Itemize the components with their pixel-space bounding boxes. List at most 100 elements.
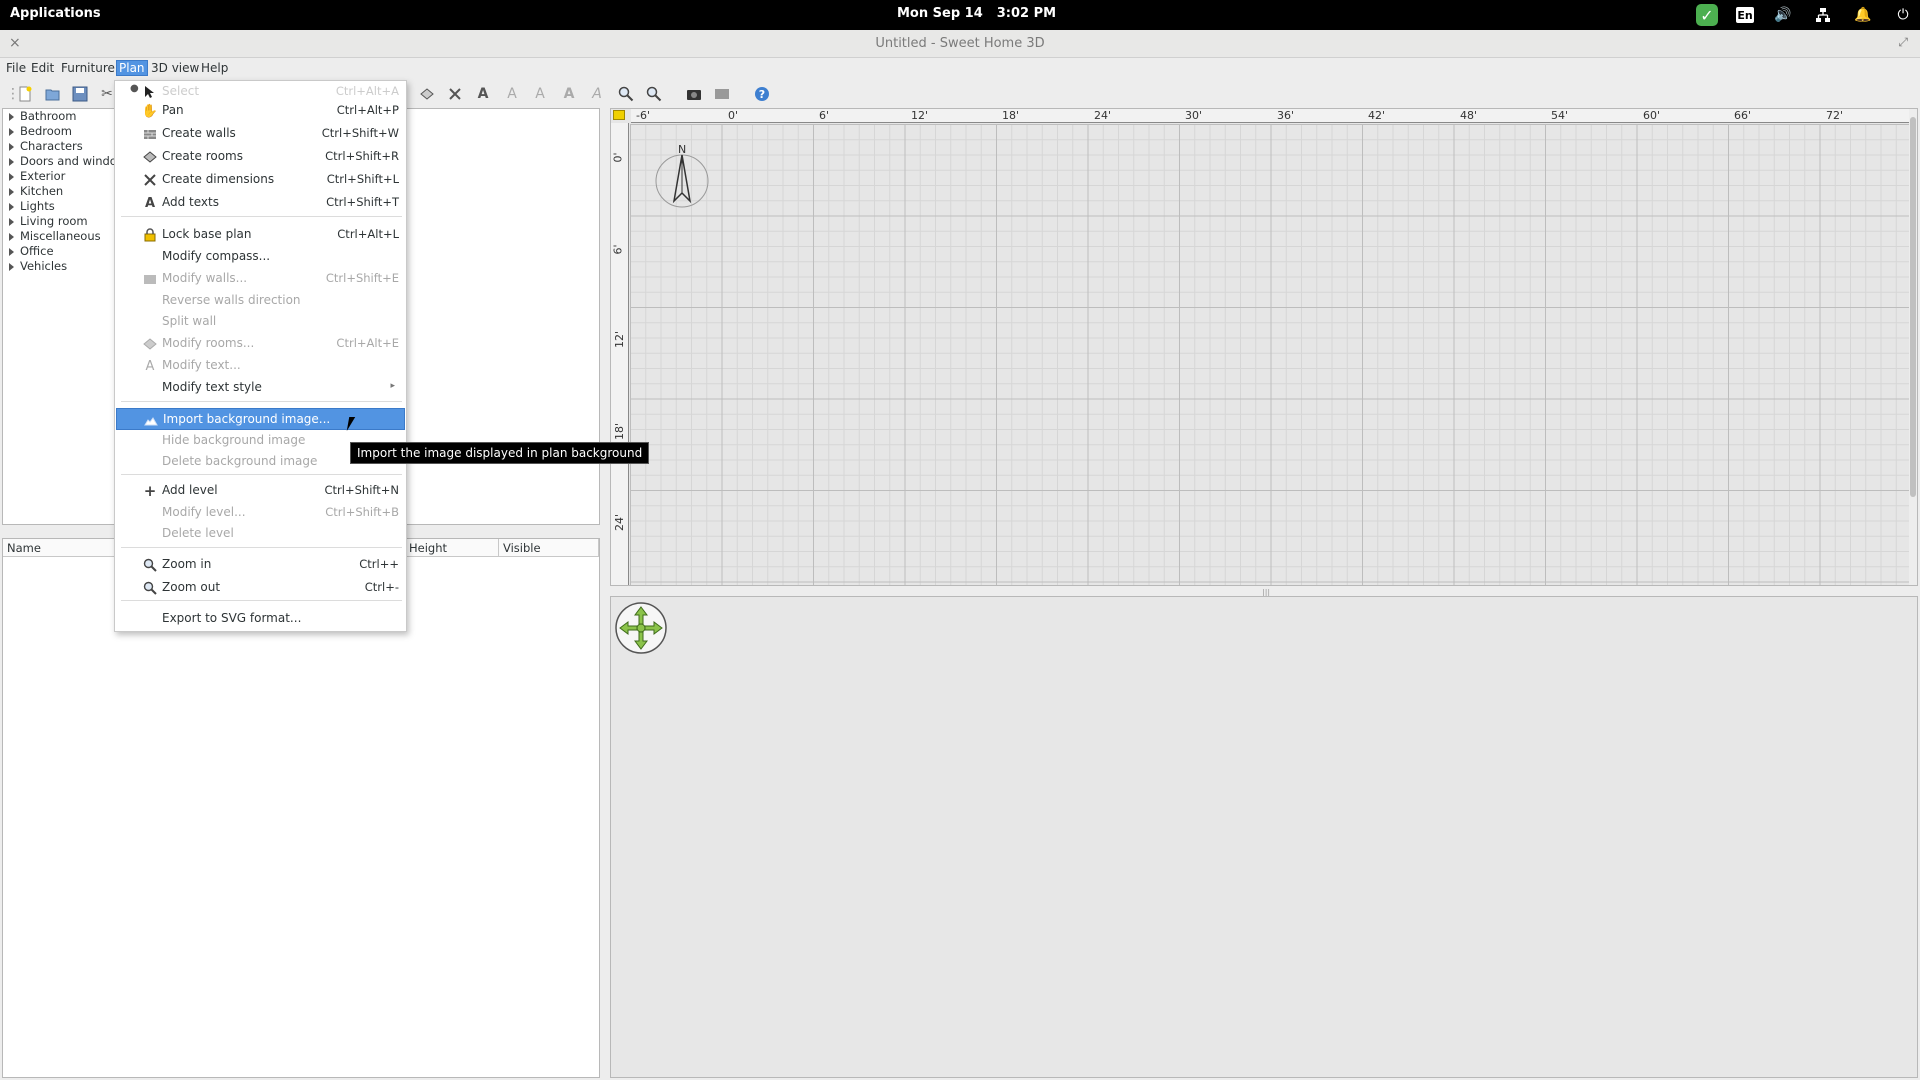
system-tray: ✓ En 🔊 🔔 ⏻ <box>1696 3 1914 27</box>
navigation-arrows-icon[interactable] <box>614 601 668 655</box>
column-header-visible[interactable]: Visible <box>499 539 599 557</box>
ruler-tick-label: 72' <box>1826 109 1844 122</box>
compass-rose-icon <box>655 154 709 208</box>
ruler-tick-label: 54' <box>1551 109 1569 122</box>
menu-item-lock-base-plan[interactable]: Lock base plan Ctrl+Alt+L <box>116 224 405 246</box>
menu-item-modify-level[interactable]: Modify level... Ctrl+Shift+B <box>116 502 405 524</box>
compass[interactable]: N <box>654 143 714 215</box>
menu-item-reverse-walls-direction[interactable]: Reverse walls direction <box>116 290 405 312</box>
vertical-ruler: 0' 6' 12' 18' 24' <box>611 123 629 585</box>
zoom-in-icon <box>142 557 158 573</box>
menu-item-import-background-image[interactable]: Import background image... <box>116 408 405 430</box>
horizontal-ruler: -6' 0' 6' 12' 18' 24' 30' 36' 42' 48' 54… <box>631 109 1917 123</box>
menu-item-create-walls[interactable]: Create walls Ctrl+Shift+W <box>116 123 405 145</box>
expand-arrow-icon[interactable] <box>9 217 14 226</box>
ruler-tick-label: 12' <box>613 330 627 349</box>
plan-vertical-scrollbar[interactable] <box>1909 109 1917 585</box>
menu-item-add-level[interactable]: + Add level Ctrl+Shift+N <box>116 480 405 502</box>
dimension-icon <box>142 172 158 188</box>
expand-arrow-icon[interactable] <box>9 112 14 121</box>
catalog-category[interactable]: Kitchen <box>9 184 63 198</box>
power-icon[interactable]: ⏻ <box>1892 4 1914 26</box>
catalog-category[interactable]: Office <box>9 244 54 258</box>
create-photo-icon[interactable] <box>685 85 703 103</box>
create-rooms-tool-icon[interactable] <box>418 85 436 103</box>
menu-item-delete-level[interactable]: Delete level <box>116 523 405 545</box>
menu-item-modify-compass[interactable]: Modify compass... <box>116 246 405 268</box>
menu-3d-view[interactable]: 3D view <box>151 61 199 75</box>
expand-arrow-icon[interactable] <box>9 172 14 181</box>
3d-view[interactable] <box>610 596 1918 1078</box>
ruler-tick-label: 18' <box>613 422 627 441</box>
expand-arrow-icon[interactable] <box>9 202 14 211</box>
ruler-tick-label: 36' <box>1277 109 1295 122</box>
wall-icon <box>142 271 158 287</box>
menu-edit[interactable]: Edit <box>31 61 54 75</box>
increase-text-size-icon: A <box>507 86 517 102</box>
save-icon[interactable] <box>71 85 89 103</box>
applications-menu[interactable]: Applications <box>10 6 101 21</box>
menu-item-add-texts[interactable]: A Add texts Ctrl+Shift+T <box>116 192 405 214</box>
catalog-category[interactable]: Characters <box>9 139 83 153</box>
menu-item-modify-rooms[interactable]: Modify rooms... Ctrl+Alt+E <box>116 333 405 355</box>
menu-help[interactable]: Help <box>201 61 228 75</box>
expand-arrow-icon[interactable] <box>9 262 14 271</box>
create-video-icon[interactable] <box>713 85 731 103</box>
notification-bell-icon[interactable]: 🔔 <box>1852 4 1874 26</box>
expand-arrow-icon[interactable] <box>9 232 14 241</box>
ruler-tick-label: 66' <box>1734 109 1752 122</box>
open-icon[interactable] <box>44 85 62 103</box>
help-icon[interactable]: ? <box>753 85 771 103</box>
expand-arrow-icon[interactable] <box>9 247 14 256</box>
menu-item-split-wall[interactable]: Split wall <box>116 311 405 333</box>
clock[interactable]: Mon Sep 14 3:02 PM <box>897 6 1070 21</box>
menu-item-modify-walls[interactable]: Modify walls... Ctrl+Shift+E <box>116 268 405 290</box>
text-icon: A <box>144 195 156 211</box>
text-icon: A <box>145 358 155 374</box>
menu-item-create-dimensions[interactable]: Create dimensions Ctrl+Shift+L <box>116 169 405 191</box>
expand-arrow-icon[interactable] <box>9 142 14 151</box>
menu-item-pan[interactable]: ✋ Pan Ctrl+Alt+P <box>116 100 405 122</box>
scrollbar-thumb[interactable] <box>1910 117 1916 497</box>
network-icon[interactable] <box>1812 4 1834 26</box>
menu-item-zoom-out[interactable]: Zoom out Ctrl+- <box>116 577 405 599</box>
italic-text-icon: A <box>592 86 602 102</box>
catalog-category[interactable]: Miscellaneous <box>9 229 101 243</box>
expand-arrow-icon[interactable] <box>9 157 14 166</box>
catalog-category[interactable]: Exterior <box>9 169 65 183</box>
menu-separator <box>121 401 402 402</box>
menu-furniture[interactable]: Furniture <box>61 61 115 75</box>
expand-arrow-icon[interactable] <box>9 187 14 196</box>
catalog-category[interactable]: Bathroom <box>9 109 76 123</box>
expand-arrow-icon[interactable] <box>9 127 14 136</box>
create-dimensions-tool-icon[interactable] <box>446 85 464 103</box>
menu-item-modify-text[interactable]: A Modify text... <box>116 355 405 377</box>
maximize-window-icon[interactable]: ⤢ <box>1898 35 1908 50</box>
keyboard-layout-indicator[interactable]: En <box>1736 7 1754 23</box>
catalog-category[interactable]: Bedroom <box>9 124 72 138</box>
catalog-category[interactable]: Vehicles <box>9 259 67 273</box>
zoom-out-toolbar-icon[interactable] <box>645 85 663 103</box>
menu-plan[interactable]: Plan <box>116 60 148 76</box>
zoom-in-toolbar-icon[interactable] <box>617 85 635 103</box>
menu-item-modify-text-style[interactable]: Modify text style ▸ <box>116 377 405 399</box>
add-text-tool-icon[interactable]: A <box>474 85 492 103</box>
plan-grid[interactable] <box>630 124 1911 585</box>
column-header-height[interactable]: Height <box>405 539 499 557</box>
menu-item-create-rooms[interactable]: Create rooms Ctrl+Shift+R <box>116 146 405 168</box>
plan-view[interactable]: -6' 0' 6' 12' 18' 24' 30' 36' 42' 48' 54… <box>610 108 1918 586</box>
plan-menu-dropdown: ● Select Ctrl+Alt+A ✋ Pan Ctrl+Alt+P Cre… <box>114 80 407 632</box>
new-home-icon[interactable] <box>16 85 34 103</box>
room-icon <box>142 336 158 352</box>
system-top-bar: Applications Mon Sep 14 3:02 PM ✓ En 🔊 🔔 … <box>0 0 1920 30</box>
menu-separator <box>121 600 402 601</box>
menu-item-zoom-in[interactable]: Zoom in Ctrl++ <box>116 554 405 576</box>
volume-icon[interactable]: 🔊 <box>1772 4 1794 26</box>
menu-item-export-to-svg[interactable]: Export to SVG format... <box>116 608 405 630</box>
catalog-category[interactable]: Lights <box>9 199 55 213</box>
arrow-pointer-icon <box>142 84 158 100</box>
check-icon[interactable]: ✓ <box>1696 4 1718 26</box>
catalog-category[interactable]: Living room <box>9 214 88 228</box>
menu-file[interactable]: File <box>6 61 26 75</box>
tooltip: Import the image displayed in plan backg… <box>350 442 650 464</box>
